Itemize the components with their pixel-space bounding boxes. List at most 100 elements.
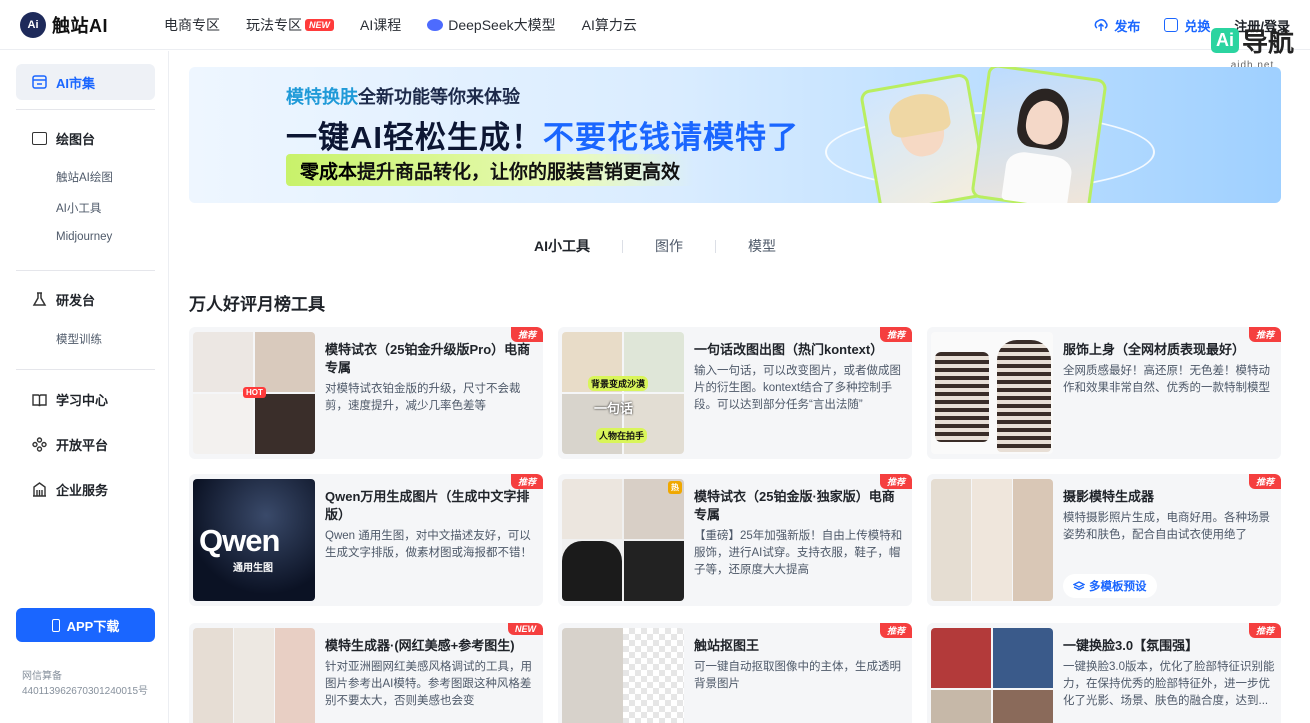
exchange-button[interactable]: 兑换 (1164, 16, 1210, 35)
nav-courses[interactable]: AI课程 (360, 15, 401, 35)
icp-label: 网信算备 (22, 671, 62, 682)
nav-label: AI算力云 (581, 16, 637, 33)
card-title: 模特生成器·(网红美感+参考图生) (325, 638, 515, 653)
nav-label: 玩法专区 (246, 16, 302, 33)
thumb-cutout (623, 628, 684, 723)
tab-models[interactable]: 模型 (716, 236, 808, 256)
recommend-tag: 推荐 (879, 474, 912, 489)
promo-banner[interactable]: 模特换肤全新功能等你来体验 一键AI轻松生成！不要花钱请模特了 零成本 提升商品转… (189, 67, 1281, 203)
tool-card[interactable]: 一键换脸3.0【氛围强】 一键换脸3.0版本，优化了脸部特征识别能力，在保持优秀… (927, 623, 1281, 723)
nav-compute-cloud[interactable]: AI算力云 (582, 15, 637, 35)
recommend-tag: 推荐 (510, 474, 543, 489)
brand-logo-icon: Ai (20, 11, 46, 38)
tool-card[interactable]: Qwen 通用生图 Qwen万用生成图片（生成中文字排版） Qwen 通用生图，… (189, 474, 543, 606)
sidebar-item-open-platform[interactable]: 开放平台 (32, 435, 108, 454)
sidebar-divider (16, 270, 155, 271)
banner-headline-b: 不要花钱请模特了 (543, 120, 799, 155)
banner-model-image-1 (858, 72, 990, 203)
app-download-label: APP下载 (66, 618, 120, 634)
card-description: 全网质感最好！高还原！无色差！模特动作和效果非常自然、优秀的一款特制模型 (1063, 365, 1270, 394)
top-nav: 电商专区 玩法专区 NEW AI课程 DeepSeek大模型 AI算力云 (164, 15, 637, 35)
tool-card[interactable]: HOT 模特试衣（25铂金升级版Pro）电商专属 对模特试衣铂金版的升级，尺寸不… (189, 327, 543, 459)
banner-line1-rest: 全新功能等你来体验 (358, 87, 520, 107)
card-description: 针对亚洲圈网红美感风格调试的工具，用图片参考出AI模特。参考图跟这种风格差别不要… (325, 661, 532, 707)
speech-bubble: 人物在拍手 (596, 428, 648, 443)
thumb-tile (234, 628, 274, 723)
sidebar-item-label: 企业服务 (56, 483, 109, 498)
card-thumbnail: HOT (193, 332, 315, 454)
banner-headline: 一键AI轻松生成！不要花钱请模特了 (286, 112, 799, 157)
thumb-tile (931, 628, 991, 688)
thumb-tile (931, 690, 991, 723)
sidebar-item-drawing[interactable]: 绘图台 (32, 129, 95, 148)
nav-label: DeepSeek大模型 (448, 16, 556, 33)
tab-artworks[interactable]: 图作 (623, 236, 715, 256)
card-description: 一键换脸3.0版本，优化了脸部特征识别能力，在保持优秀的脸部特征外，进一步优化了… (1063, 661, 1275, 707)
sidebar-divider (16, 109, 155, 110)
app-download-button[interactable]: APP下载 (16, 608, 155, 642)
qwen-logo-text: Qwen (199, 523, 280, 558)
recommend-tag: 推荐 (879, 327, 912, 342)
tool-card[interactable]: 背景变成沙漠 一句话 人物在拍手 一句话改图出图（热门kontext） 输入一句… (558, 327, 912, 459)
thumb-tile (993, 690, 1053, 723)
hot-badge: 热 (668, 481, 682, 494)
exchange-icon (1164, 18, 1179, 32)
sidebar-subitem-model-training[interactable]: 模型训练 (56, 331, 102, 347)
brand[interactable]: Ai 触站AI (20, 11, 148, 38)
nav-label: AI课程 (360, 16, 402, 33)
thumb-tile (193, 332, 253, 392)
store-icon (32, 75, 47, 89)
sidebar-item-learning[interactable]: 学习中心 (32, 390, 108, 409)
sidebar-item-research[interactable]: 研发台 (32, 290, 95, 309)
tool-card[interactable]: 触站抠图王 可一键自动抠取图像中的主体，生成透明背景图片 推荐 (558, 623, 912, 723)
nav-playground[interactable]: 玩法专区 NEW (246, 15, 334, 35)
sidebar-item-enterprise[interactable]: 企业服务 (32, 480, 108, 499)
new-badge: NEW (305, 18, 334, 31)
watermark-ai: Ai (1210, 28, 1239, 53)
thumb-tile (972, 479, 1012, 601)
watermark-text: 导航 (1241, 27, 1294, 57)
card-thumbnail (931, 479, 1053, 601)
tool-card[interactable]: 服饰上身（全网材质表现最好） 全网质感最好！高还原！无色差！模特动作和效果非常自… (927, 327, 1281, 459)
tool-card[interactable]: 热 模特试衣（25铂金版·独家版）电商专属 【重磅】25年加强新版！自由上传模特… (558, 474, 912, 606)
nav-ecommerce[interactable]: 电商专区 (164, 15, 220, 35)
card-thumbnail: 背景变成沙漠 一句话 人物在拍手 (562, 332, 684, 454)
sidebar-item-label: 研发台 (56, 293, 96, 308)
card-title: 一句话改图出图（热门kontext） (694, 342, 884, 357)
thumb-original (562, 628, 623, 723)
thumb-tile (931, 479, 971, 601)
sidebar-subitem-chuzhan-drawing[interactable]: 触站AI绘图 (56, 169, 113, 185)
thumb-tile (1013, 479, 1053, 601)
multi-template-button[interactable]: 多模板预设 (1063, 574, 1157, 598)
sidebar-item-label: 开放平台 (56, 438, 109, 453)
thumb-tile (255, 332, 315, 392)
publish-button[interactable]: 发布 (1093, 16, 1140, 35)
recommend-tag: 推荐 (1248, 474, 1281, 489)
card-title: 触站抠图王 (694, 638, 760, 653)
tab-ai-tools[interactable]: AI小工具 (502, 236, 622, 256)
sidebar-item-label: 学习中心 (56, 393, 109, 408)
card-title: Qwen万用生成图片（生成中文字排版） (325, 489, 530, 522)
banner-model-image-2 (970, 67, 1108, 203)
card-title: 服饰上身（全网材质表现最好） (1063, 342, 1246, 357)
sidebar-subitem-ai-tools[interactable]: AI小工具 (56, 200, 101, 216)
hot-badge: HOT (243, 387, 266, 398)
speech-bubble: 一句话 (594, 401, 634, 416)
card-title: 模特试衣（25铂金版·独家版）电商专属 (694, 489, 895, 522)
banner-line1: 模特换肤全新功能等你来体验 (286, 83, 520, 109)
top-bar: Ai 触站AI 电商专区 玩法专区 NEW AI课程 DeepSeek大模型 AI… (0, 0, 1310, 71)
brand-name: 触站AI (52, 15, 108, 36)
building-icon (33, 482, 46, 497)
sidebar-item-ai-market[interactable]: AI市集 (16, 64, 155, 100)
thumb-model (997, 340, 1051, 452)
sidebar-divider (16, 369, 155, 370)
tool-card[interactable]: 摄影模特生成器 模特摄影照片生成，电商好用。各种场景姿势和肤色，配合自由试衣使用… (927, 474, 1281, 606)
nav-deepseek[interactable]: DeepSeek大模型 (427, 15, 556, 35)
card-thumbnail (193, 628, 315, 723)
icp-number[interactable]: 440113962670301240015号 (22, 682, 148, 697)
tool-card[interactable]: 模特生成器·(网红美感+参考图生) 针对亚洲圈网红美感风格调试的工具，用图片参考… (189, 623, 543, 723)
exchange-label: 兑换 (1184, 18, 1211, 34)
card-thumbnail (931, 332, 1053, 454)
card-description: Qwen 通用生图，对中文描述友好，可以生成文字排版，做素材图或海报都不错！ (325, 530, 532, 559)
card-description: 对模特试衣铂金版的升级，尺寸不会裁剪，速度提升，减少几率色差等 (325, 383, 521, 412)
